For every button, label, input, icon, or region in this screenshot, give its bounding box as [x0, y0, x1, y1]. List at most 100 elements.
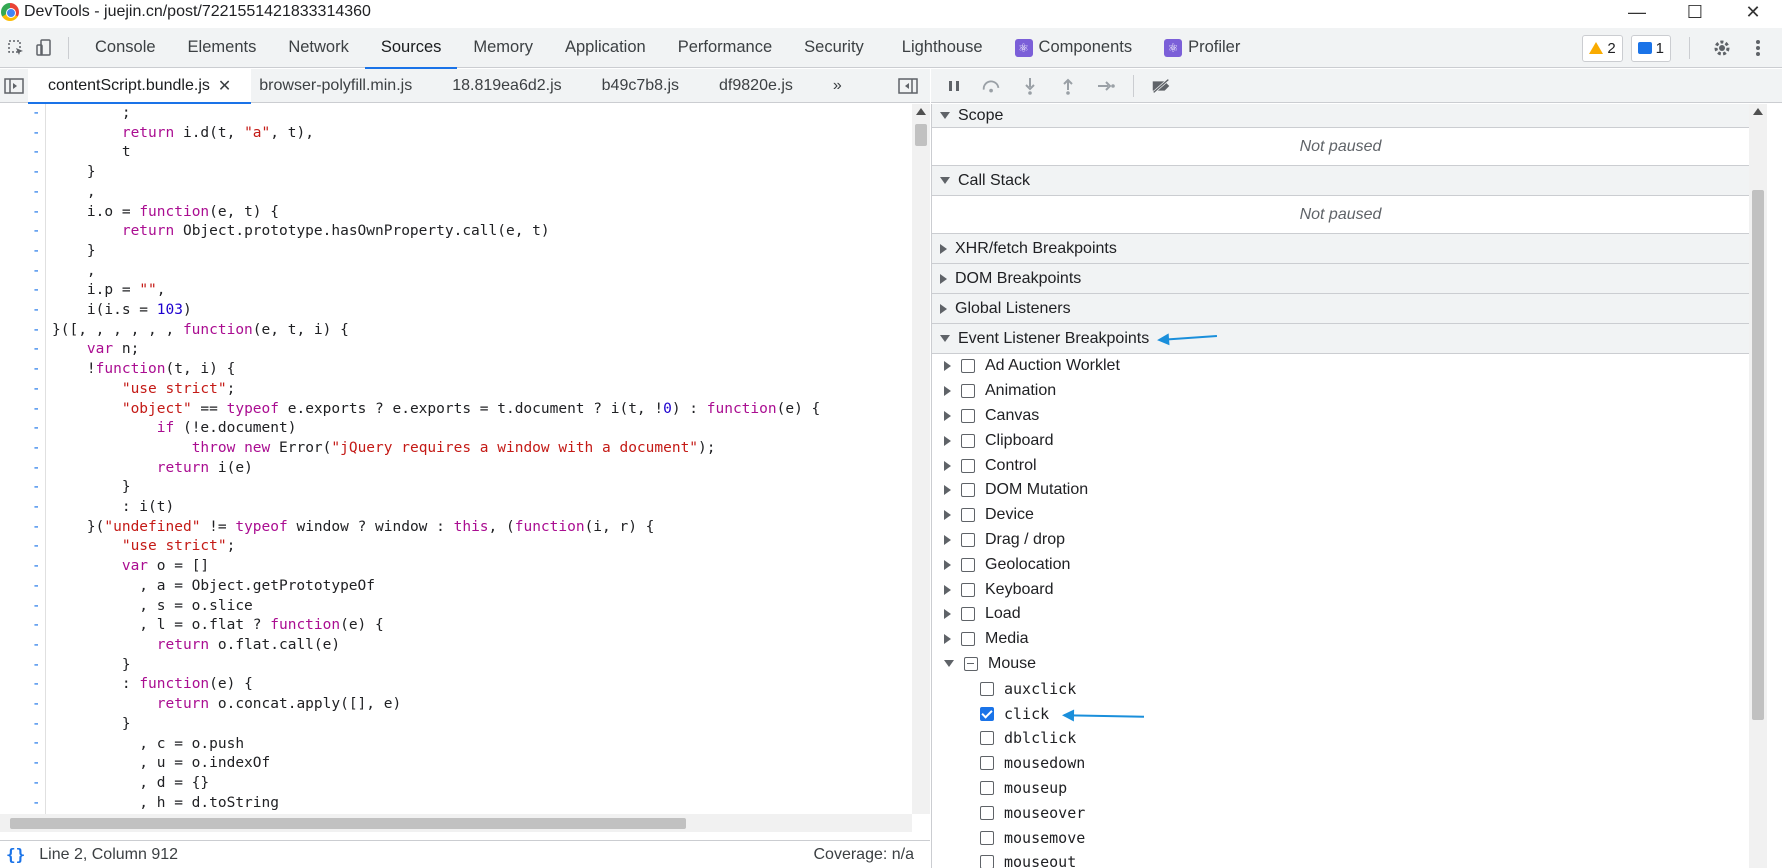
line-marker[interactable]: -: [32, 794, 40, 814]
step-into-icon[interactable]: [1019, 75, 1041, 97]
code-line[interactable]: : function(e) {: [52, 675, 820, 695]
event-checkbox[interactable]: [980, 731, 994, 746]
code-line[interactable]: ;: [52, 104, 820, 124]
category-checkbox[interactable]: [961, 632, 975, 647]
event-item-click[interactable]: click: [932, 701, 1749, 726]
collapsed-triangle-icon[interactable]: [944, 609, 951, 620]
section-xhr-breakpoints[interactable]: XHR/fetch Breakpoints: [932, 234, 1749, 264]
event-checkbox[interactable]: [980, 706, 994, 721]
collapsed-triangle-icon[interactable]: [944, 559, 951, 570]
line-marker[interactable]: -: [32, 419, 40, 439]
toggle-debugger-sidebar-icon[interactable]: [894, 72, 922, 100]
line-marker[interactable]: -: [32, 400, 40, 420]
code-line[interactable]: if (!e.document): [52, 419, 820, 439]
event-category-item[interactable]: Control: [932, 453, 1749, 478]
tab-performance[interactable]: Performance: [662, 28, 788, 68]
step-over-icon[interactable]: [981, 75, 1003, 97]
event-item-mouseover[interactable]: mouseover: [932, 800, 1749, 825]
event-category-item[interactable]: Load: [932, 602, 1749, 627]
line-marker[interactable]: -: [32, 675, 40, 695]
tab-security[interactable]: Security: [788, 28, 880, 68]
source-tab-browser-polyfill[interactable]: browser-polyfill.min.js: [251, 69, 432, 103]
collapsed-triangle-icon[interactable]: [944, 584, 951, 595]
event-item-dblclick[interactable]: dblclick: [932, 726, 1749, 751]
code-line[interactable]: }: [52, 163, 820, 183]
code-line[interactable]: , u = o.indexOf: [52, 754, 820, 774]
code-line[interactable]: , a = Object.getPrototypeOf: [52, 577, 820, 597]
line-marker[interactable]: -: [32, 636, 40, 656]
line-marker[interactable]: -: [32, 498, 40, 518]
code-line[interactable]: }([, , , , , , function(e, t, i) {: [52, 321, 820, 341]
category-checkbox[interactable]: [961, 607, 975, 622]
scroll-thumb[interactable]: [1752, 190, 1764, 720]
line-marker[interactable]: -: [32, 183, 40, 203]
line-marker[interactable]: -: [32, 203, 40, 223]
line-marker[interactable]: -: [32, 360, 40, 380]
category-checkbox[interactable]: [961, 508, 975, 523]
code-line[interactable]: i(i.s = 103): [52, 301, 820, 321]
code-line[interactable]: i.p = "",: [52, 281, 820, 301]
pause-icon[interactable]: [943, 75, 965, 97]
tab-profiler[interactable]: ⚛ Profiler: [1148, 28, 1256, 68]
source-tab-df9820e[interactable]: df9820e.js: [699, 69, 813, 103]
category-checkbox[interactable]: [961, 359, 975, 374]
event-item-mouseout[interactable]: mouseout: [932, 850, 1749, 868]
maximize-button[interactable]: ☐: [1666, 0, 1724, 24]
category-checkbox[interactable]: [961, 458, 975, 473]
line-marker[interactable]: -: [32, 439, 40, 459]
code-line[interactable]: "use strict";: [52, 537, 820, 557]
code-line[interactable]: : i(t): [52, 498, 820, 518]
messages-counter[interactable]: 1: [1630, 34, 1671, 62]
line-marker[interactable]: -: [32, 537, 40, 557]
line-marker[interactable]: -: [32, 321, 40, 341]
code-line[interactable]: , c = o.push: [52, 735, 820, 755]
event-category-item[interactable]: Geolocation: [932, 552, 1749, 577]
line-marker[interactable]: -: [32, 222, 40, 242]
minimize-button[interactable]: —: [1608, 0, 1666, 24]
collapsed-triangle-icon[interactable]: [944, 435, 951, 446]
code-line[interactable]: , d = {}: [52, 774, 820, 794]
pretty-print-icon[interactable]: {}: [6, 845, 25, 864]
sidebar-vertical-scrollbar[interactable]: [1749, 104, 1767, 868]
code-line[interactable]: var o = []: [52, 557, 820, 577]
line-marker[interactable]: -: [32, 478, 40, 498]
event-checkbox[interactable]: [980, 830, 994, 845]
line-marker[interactable]: -: [32, 459, 40, 479]
category-checkbox[interactable]: [961, 582, 975, 597]
collapsed-triangle-icon[interactable]: [944, 485, 951, 496]
code-line[interactable]: }: [52, 478, 820, 498]
line-marker[interactable]: -: [32, 281, 40, 301]
source-tab-b49c7b8[interactable]: b49c7b8.js: [582, 69, 699, 103]
code-line[interactable]: }: [52, 656, 820, 676]
line-marker[interactable]: -: [32, 774, 40, 794]
event-category-item[interactable]: Media: [932, 627, 1749, 652]
warnings-counter[interactable]: 2: [1582, 34, 1623, 62]
code-line[interactable]: , h = d.toString: [52, 794, 820, 814]
category-checkbox[interactable]: [961, 483, 975, 498]
line-marker[interactable]: -: [32, 340, 40, 360]
source-tab-contentscript[interactable]: contentScript.bundle.js ✕: [28, 68, 252, 104]
line-marker[interactable]: -: [32, 104, 40, 124]
code-line[interactable]: }("undefined" != typeof window ? window …: [52, 518, 820, 538]
event-category-item[interactable]: DOM Mutation: [932, 478, 1749, 503]
toggle-navigator-icon[interactable]: [0, 72, 28, 100]
category-checkbox[interactable]: [964, 656, 978, 671]
code-line[interactable]: }: [52, 242, 820, 262]
code-line[interactable]: ,: [52, 262, 820, 282]
event-category-item[interactable]: Device: [932, 503, 1749, 528]
event-checkbox[interactable]: [980, 855, 994, 868]
line-marker[interactable]: -: [32, 163, 40, 183]
event-checkbox[interactable]: [980, 681, 994, 696]
tab-console[interactable]: Console: [79, 28, 172, 68]
collapsed-triangle-icon[interactable]: [944, 634, 951, 645]
line-marker[interactable]: -: [32, 656, 40, 676]
tab-sources[interactable]: Sources: [364, 28, 458, 69]
line-marker[interactable]: -: [32, 734, 40, 754]
line-marker[interactable]: -: [32, 518, 40, 538]
line-marker[interactable]: -: [32, 577, 40, 597]
category-checkbox[interactable]: [961, 384, 975, 399]
section-call-stack[interactable]: Call Stack: [932, 166, 1749, 196]
code-line[interactable]: }: [52, 715, 820, 735]
category-checkbox[interactable]: [961, 408, 975, 423]
more-tabs-chevron-icon[interactable]: »: [813, 69, 862, 103]
